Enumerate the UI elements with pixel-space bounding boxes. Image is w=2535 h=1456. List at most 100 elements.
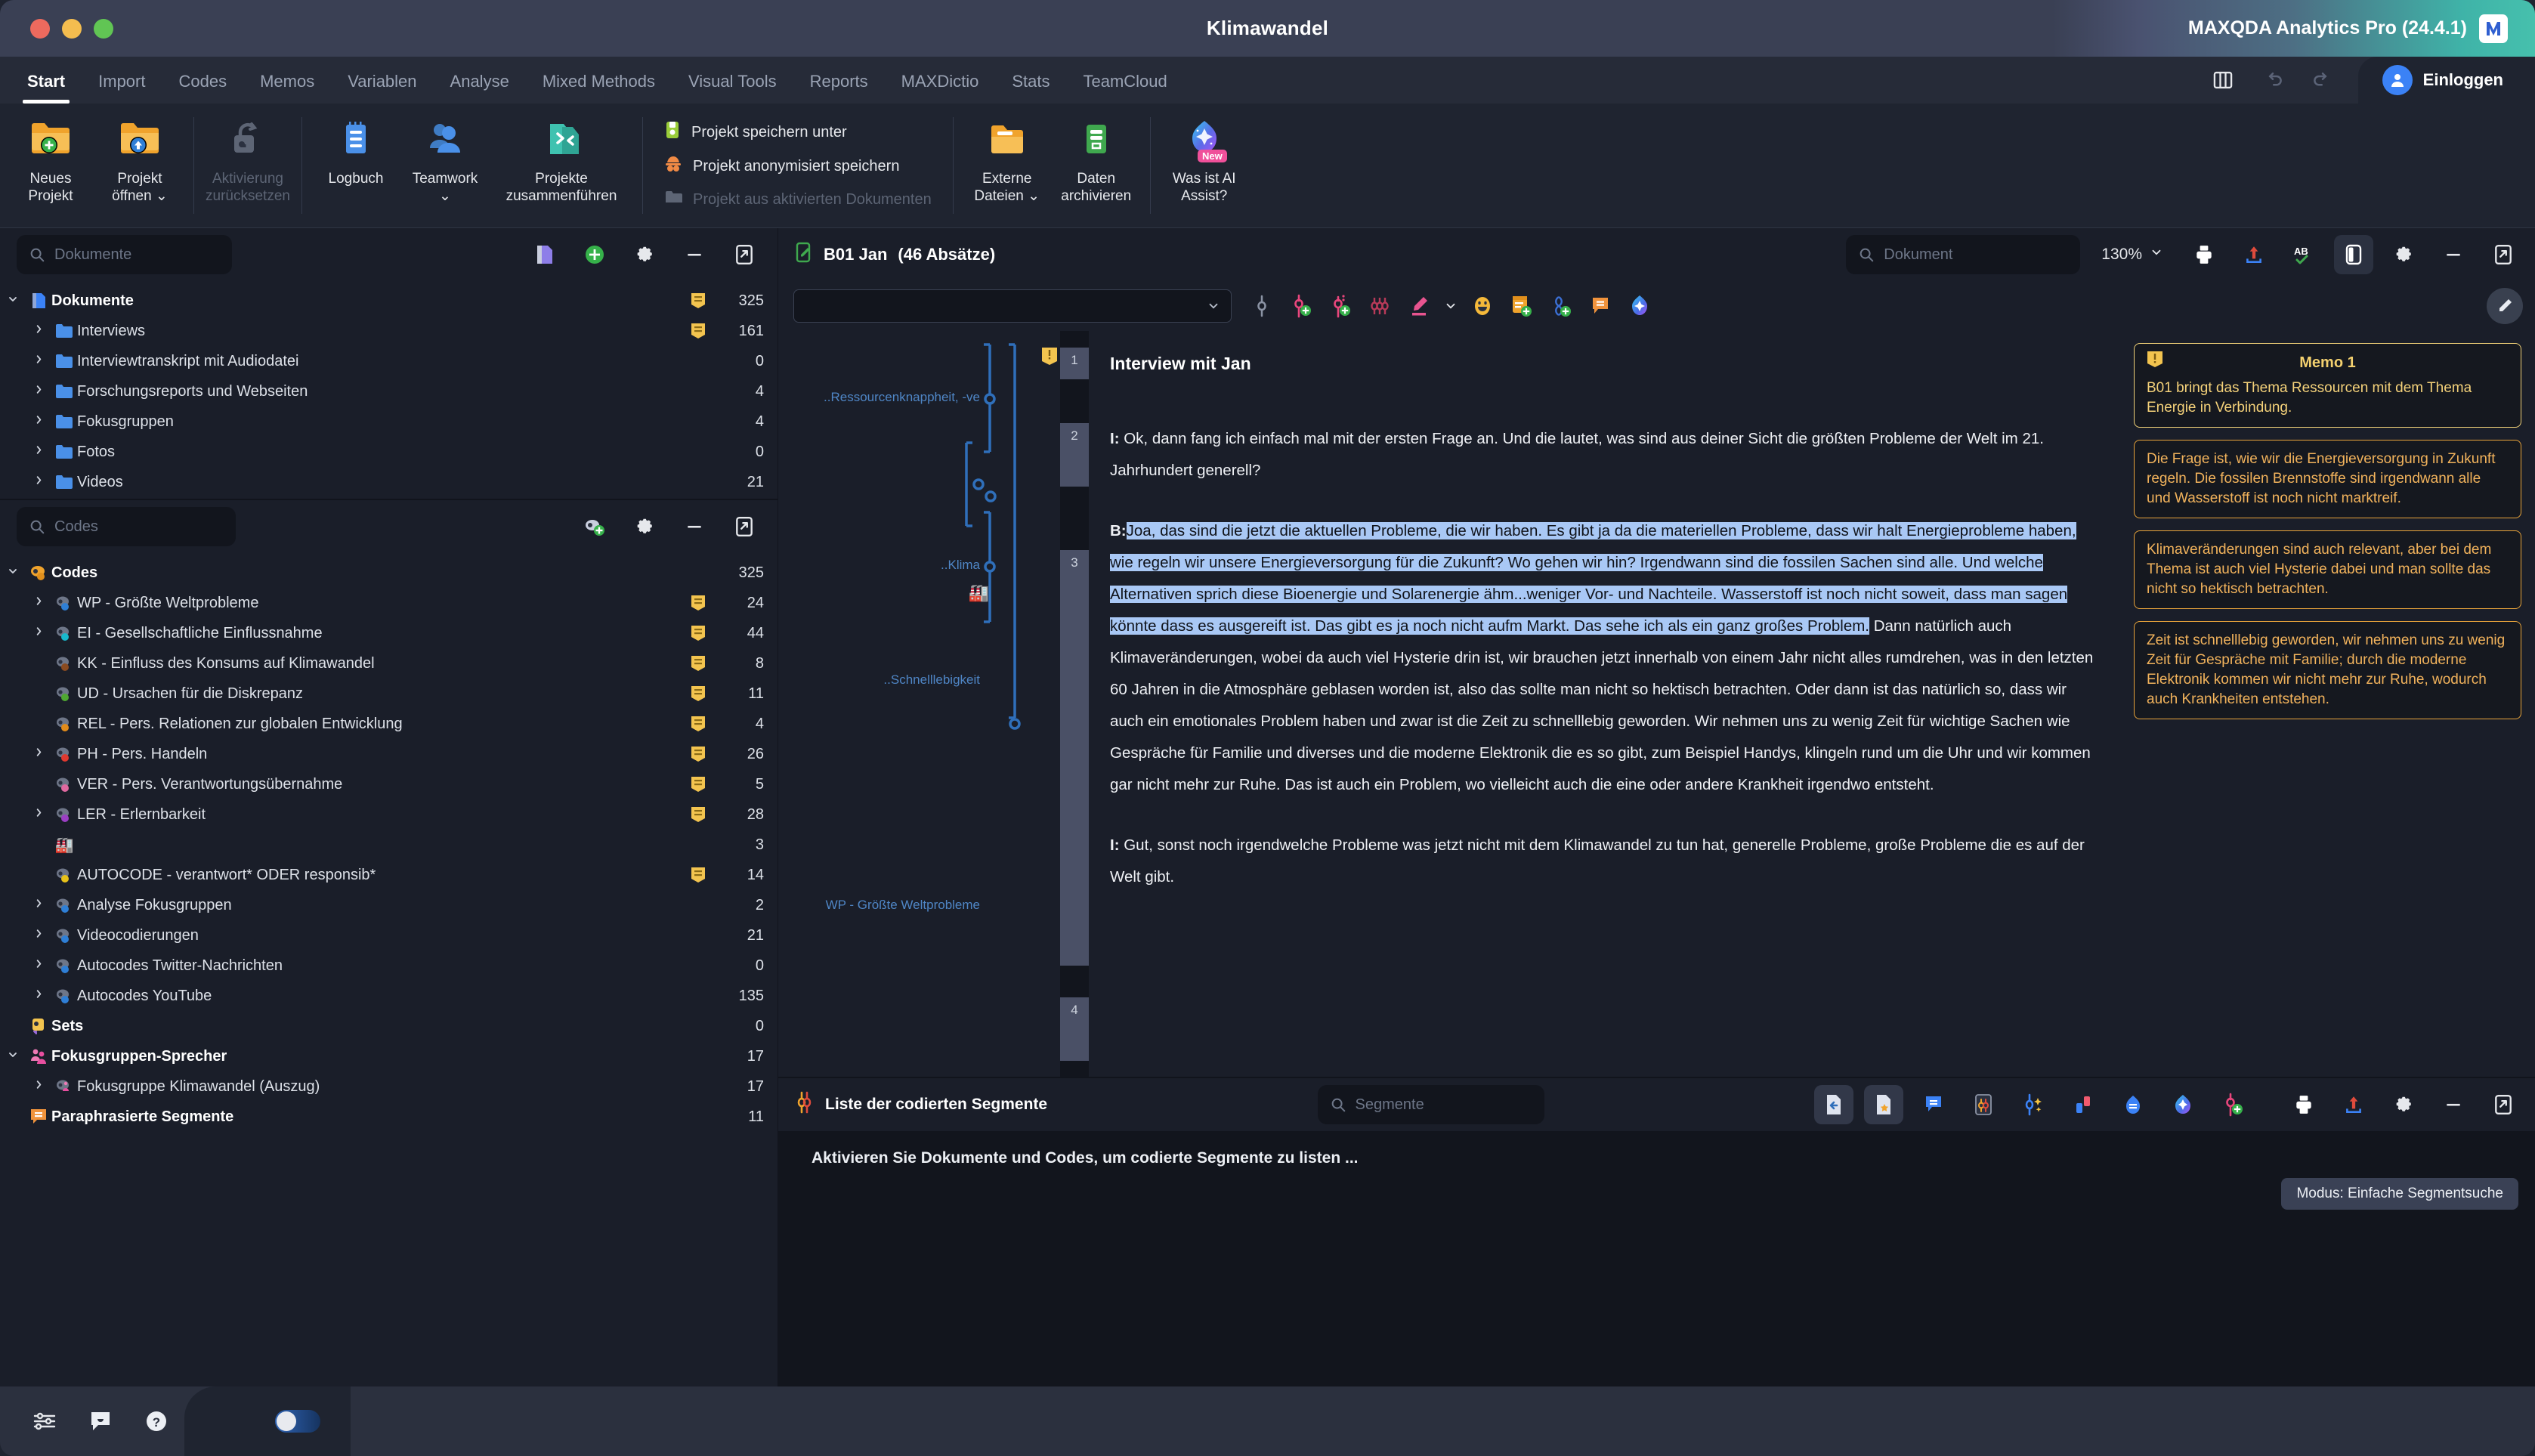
chevron-right-icon[interactable] xyxy=(26,595,51,611)
segments-popout-icon[interactable] xyxy=(2484,1085,2523,1124)
chevron-right-icon[interactable] xyxy=(26,898,51,913)
document-group-row[interactable]: Interviews 161 xyxy=(0,316,778,346)
menu-item-codes[interactable]: Codes xyxy=(162,72,243,104)
preferences-sliders-icon[interactable] xyxy=(17,1386,73,1456)
menu-item-import[interactable]: Import xyxy=(82,72,162,104)
code-row[interactable]: VER - Pers. Verantwortungsübernahme 5 xyxy=(0,769,778,799)
segments-export-icon[interactable] xyxy=(2334,1085,2373,1124)
document-group-row[interactable]: Videos 21 xyxy=(0,467,778,497)
segments-settings-gear-icon[interactable] xyxy=(2384,1085,2423,1124)
coding-margin-label[interactable]: ..Ressourcenknappheit, -ve xyxy=(824,390,980,405)
export-icon[interactable] xyxy=(2234,235,2274,274)
ai-assist-button[interactable]: New Was ist AI Assist? xyxy=(1160,104,1249,227)
memo-icon[interactable] xyxy=(685,595,711,611)
memo-card[interactable]: Memo 1 B01 bringt das Thema Ressourcen mi… xyxy=(2134,343,2521,428)
ai-coding-icon[interactable] xyxy=(1620,286,1659,326)
new-memo-icon[interactable] xyxy=(1502,286,1541,326)
segments-print-icon[interactable] xyxy=(2284,1085,2323,1124)
segments-comment-icon[interactable] xyxy=(1914,1085,1953,1124)
code-row[interactable]: Videocodierungen 21 xyxy=(0,920,778,951)
segments-search-input[interactable]: Segmente xyxy=(1317,1085,1544,1124)
menu-item-visual-tools[interactable]: Visual Tools xyxy=(672,72,793,104)
new-project-button[interactable]: Neues Projekt xyxy=(6,104,95,227)
new-link-icon[interactable] xyxy=(1541,286,1581,326)
chevron-right-icon[interactable] xyxy=(26,475,51,490)
teamwork-chevron-icon[interactable]: ⌄ xyxy=(413,187,478,205)
highlighter-icon[interactable] xyxy=(1399,286,1439,326)
chevron-right-icon[interactable] xyxy=(26,414,51,429)
code-row[interactable]: Autocodes YouTube 135 xyxy=(0,981,778,1011)
toggle-memo-sidebar-icon[interactable] xyxy=(2334,235,2373,274)
code-row[interactable]: Analyse Fokusgruppen 2 xyxy=(0,890,778,920)
document-group-row[interactable]: Fokusgruppen 4 xyxy=(0,407,778,437)
coding-margin-label[interactable]: ..Schnelllebigkeit xyxy=(883,672,980,688)
memo-icon[interactable] xyxy=(685,716,711,732)
code-in-vivo-icon[interactable] xyxy=(1321,286,1360,326)
reset-activation-button[interactable]: Aktivierung zurücksetzen xyxy=(203,104,292,227)
documents-minimize-icon[interactable] xyxy=(675,235,714,274)
help-question-icon[interactable]: ? xyxy=(128,1386,184,1456)
spellcheck-icon[interactable]: AB xyxy=(2284,235,2323,274)
document-group-row[interactable]: Forschungsreports und Webseiten 4 xyxy=(0,376,778,407)
chevron-right-icon[interactable] xyxy=(26,626,51,641)
chevron-right-icon[interactable] xyxy=(26,988,51,1003)
chevron-right-icon[interactable] xyxy=(26,444,51,459)
segments-ai-assist-icon[interactable] xyxy=(2163,1085,2203,1124)
codes-popout-icon[interactable] xyxy=(725,507,764,546)
code-marker-icon[interactable] xyxy=(1242,286,1281,326)
code-row[interactable]: EI - Gesellschaftliche Einflussnahme 44 xyxy=(0,618,778,648)
menu-item-maxdictio[interactable]: MAXDictio xyxy=(885,72,996,104)
merge-projects-button[interactable]: Projekte zusammenführen xyxy=(490,104,633,227)
menu-item-mixed-methods[interactable]: Mixed Methods xyxy=(526,72,672,104)
teamwork-button[interactable]: Teamwork ⌄ xyxy=(400,104,490,227)
code-row[interactable]: Fokusgruppen-Sprecher 17 xyxy=(0,1041,778,1071)
segments-paraphrase-icon[interactable] xyxy=(2113,1085,2153,1124)
segments-retrieve-icon[interactable] xyxy=(1814,1085,1853,1124)
new-code-icon[interactable] xyxy=(575,507,614,546)
memo-flag-icon[interactable] xyxy=(1040,346,1059,369)
chevron-down-icon[interactable] xyxy=(0,1049,26,1065)
code-select-dropdown[interactable] xyxy=(793,289,1232,323)
add-document-icon[interactable] xyxy=(575,235,614,274)
chevron-down-icon[interactable] xyxy=(0,293,26,309)
coding-margin-factory-emoji[interactable]: 🏭 xyxy=(969,583,989,603)
save-project-as-item[interactable]: Projekt speichern unter xyxy=(664,120,932,144)
edit-mode-pen-icon[interactable] xyxy=(2487,288,2523,324)
document-minimize-icon[interactable] xyxy=(2434,235,2473,274)
document-group-row[interactable]: Fotos 0 xyxy=(0,437,778,467)
memo-card[interactable]: Klimaveränderungen sind auch relevant, a… xyxy=(2134,530,2521,609)
save-anonymized-item[interactable]: Projekt anonymisiert speichern xyxy=(664,154,932,178)
logbook-button[interactable]: Logbuch xyxy=(311,104,400,227)
documents-root-row[interactable]: Dokumente 325 xyxy=(0,286,778,316)
segments-ai-summary-icon[interactable] xyxy=(2014,1085,2053,1124)
archive-data-button[interactable]: Daten archivieren xyxy=(1052,104,1141,227)
code-row[interactable]: Fokusgruppe Klimawandel (Auszug) 17 xyxy=(0,1071,778,1102)
document-paragraph[interactable]: I: Ok, dann fang ich einfach mal mit der… xyxy=(1110,423,2096,487)
menu-item-analyse[interactable]: Analyse xyxy=(434,72,526,104)
chevron-right-icon[interactable] xyxy=(26,747,51,762)
code-row[interactable]: AUTOCODE - verantwort* ODER responsib* 14 xyxy=(0,860,778,890)
menu-item-stats[interactable]: Stats xyxy=(995,72,1066,104)
document-paragraph[interactable]: I: Gut, sonst noch irgendwelche Probleme… xyxy=(1110,830,2096,893)
chevron-right-icon[interactable] xyxy=(26,1079,51,1094)
document-search-input[interactable]: Dokument xyxy=(1846,235,2081,274)
chevron-right-icon[interactable] xyxy=(26,354,51,369)
memo-icon[interactable] xyxy=(685,625,711,641)
memo-icon[interactable] xyxy=(685,867,711,883)
paraphrase-icon[interactable] xyxy=(1581,286,1620,326)
memo-icon[interactable] xyxy=(685,292,711,309)
coding-margin-label[interactable]: ..Klima xyxy=(941,558,980,573)
segments-overview-icon[interactable] xyxy=(1964,1085,2003,1124)
segments-minimize-icon[interactable] xyxy=(2434,1085,2473,1124)
print-icon[interactable] xyxy=(2184,235,2224,274)
code-row[interactable]: Sets 0 xyxy=(0,1011,778,1041)
segments-color-code-icon[interactable] xyxy=(2064,1085,2103,1124)
memo-card[interactable]: Die Frage ist, wie wir die Energieversor… xyxy=(2134,440,2521,518)
redo-icon[interactable] xyxy=(2298,57,2348,104)
memo-icon[interactable] xyxy=(685,776,711,793)
chevron-right-icon[interactable] xyxy=(26,958,51,973)
codes-tree[interactable]: Codes 325 WP - Größte Weltprobleme 24 EI - G… xyxy=(0,553,778,1386)
codes-minimize-icon[interactable] xyxy=(675,507,714,546)
code-row[interactable]: Paraphrasierte Segmente 11 xyxy=(0,1102,778,1132)
document-settings-gear-icon[interactable] xyxy=(2384,235,2423,274)
